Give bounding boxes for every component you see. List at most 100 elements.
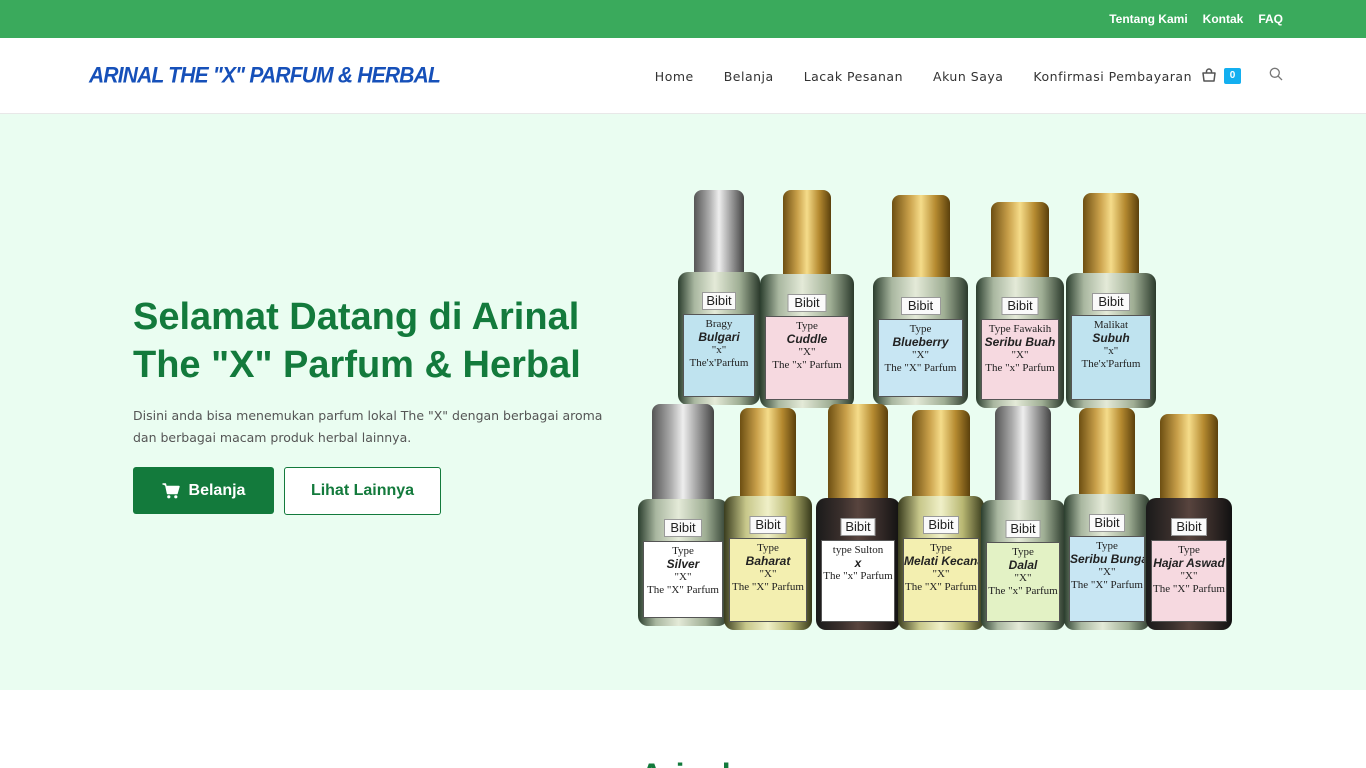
bottle-glass: Bibit Type Blueberry "X" The "X" Parfum [873,277,968,405]
bottle-label-line: Baharat [745,554,791,568]
bottle-glass: Bibit Type Seribu Bunga "X" The "X" Parfum [1064,494,1150,630]
shopping-bag-icon [1202,68,1216,82]
hero-title-line-2: The "X" Parfum & Herbal [133,344,581,386]
lihat-lainnya-button[interactable]: Lihat Lainnya [284,467,441,515]
bottle-cap [828,404,888,504]
next-section-heading-peek: Arinal [640,757,750,768]
bottle-type-label: Malikat Subuh "x" The'x'Parfum [1071,315,1151,400]
bottle-label-line: Subuh [1092,331,1130,345]
bottle-label-line: "X" [1011,349,1029,361]
cart-icon [162,482,180,498]
bottle-brand-label: Bibit [787,294,827,312]
lihat-lainnya-button-label: Lihat Lainnya [310,482,415,499]
bottle-brand-label: Bibit [1089,514,1125,532]
bottle-cap [991,202,1049,282]
bottle-type-label: type Sulton x The "x" Parfum [821,540,895,622]
bottle-label-line: Bulgari [698,330,740,344]
bottle-type-label: Type Cuddle "X" The "x" Parfum [765,316,849,400]
bottle-label-line: The'x'Parfum [1081,358,1141,370]
bottle-label-line: The "x" Parfum [985,362,1055,374]
bottle-cap [1079,408,1135,500]
bottle-label-line: The "X" Parfum [884,362,957,374]
bottle-type-label: Type Silver "X" The "X" Parfum [643,541,723,618]
bottle-label-line: The "x" Parfum [772,359,842,371]
hero-description-line-2: dan berbagai macam produk herbal lainnya… [133,430,412,445]
top-bar-links: Tentang Kami Kontak FAQ [1109,0,1283,38]
bottle-label-line: Dalal [1008,558,1038,572]
belanja-button[interactable]: Belanja [133,467,274,514]
bottle-label-line: The "X" Parfum [1153,583,1225,595]
bottle-type-label: Type Fawakih Seribu Buah "X" The "x" Parfum [981,319,1059,400]
link-faq[interactable]: FAQ [1258,12,1283,26]
bottle-label-line: "X" [759,568,777,580]
bottle-brand-label: Bibit [1092,293,1130,311]
search-icon [1269,67,1283,81]
bottle-brand-label: Bibit [900,297,941,315]
bottle-label-line: The "X" Parfum [1071,579,1143,591]
bottle-label-line: "X" [932,568,950,580]
bottle-cap [995,406,1051,506]
bottle-label-line: The "X" Parfum [905,581,977,593]
bottle-label-line: "X" [798,346,816,358]
bottle-cap [783,190,831,280]
bottle-label-line: Cuddle [786,332,828,346]
nav-belanja[interactable]: Belanja [724,69,774,84]
bottle-type-label: Bragy Bulgari "x" The'x'Parfum [683,314,755,397]
bottle-glass: Bibit Bragy Bulgari "x" The'x'Parfum [678,272,760,405]
cart-count-badge: 0 [1224,68,1241,84]
perfume-bottle: Bibit Type Seribu Bunga "X" The "X" Parfum [1064,408,1150,630]
bottle-glass: Bibit Type Silver "X" The "X" Parfum [638,499,728,626]
bottle-type-label: Type Dalal "X" The "x" Parfum [986,542,1060,622]
bottle-label-line: "X" [912,349,929,361]
bottle-label-line: "X" [1014,572,1032,584]
bottle-label-line: Hajar Aswad [1153,556,1225,570]
bottle-glass: Bibit type Sulton x The "x" Parfum [816,498,900,630]
bottle-label-line: "X" [1098,566,1116,578]
link-kontak[interactable]: Kontak [1203,12,1244,26]
bottle-label-line: "x" [711,344,727,356]
belanja-button-label: Belanja [188,481,246,499]
nav-lacak-pesanan[interactable]: Lacak Pesanan [804,69,903,84]
bottle-brand-label: Bibit [1171,518,1207,536]
hero-description: Disini anda bisa menemukan parfum lokal … [133,405,613,449]
bottle-brand-label: Bibit [840,518,876,536]
perfume-bottle: Bibit Type Baharat "X" The "X" Parfum [724,408,812,630]
bottle-label-line: The'x'Parfum [689,357,749,369]
perfume-bottle: Bibit type Sulton x The "x" Parfum [816,404,900,630]
site-logo[interactable]: ARINAL THE "X" PARFUM & HERBAL [89,63,441,88]
link-tentang-kami[interactable]: Tentang Kami [1109,12,1187,26]
bottle-cap [1083,193,1139,277]
hero-title-line-1: Selamat Datang di Arinal [133,296,580,338]
nav-akun-saya[interactable]: Akun Saya [933,69,1003,84]
bottle-label-line: x [854,556,862,570]
perfume-bottle: Bibit Type Silver "X" The "X" Parfum [638,404,728,626]
bottle-cap [652,404,714,506]
bottle-cap [912,410,970,502]
perfume-bottle: Bibit Type Melati Kecana "X" The "X" Parfum [898,410,984,630]
nav-home[interactable]: Home [655,69,694,84]
nav-konfirmasi-pembayaran[interactable]: Konfirmasi Pembayaran [1033,69,1192,84]
bottle-label-line: The "x" Parfum [823,570,893,582]
perfume-bottle: Bibit Bragy Bulgari "x" The'x'Parfum [678,190,760,405]
bottle-brand-label: Bibit [702,292,736,310]
bottle-type-label: Type Seribu Bunga "X" The "X" Parfum [1069,536,1145,622]
perfume-bottle: Bibit Type Hajar Aswad "X" The "X" Parfum [1146,414,1232,630]
search-button[interactable] [1269,67,1285,83]
perfume-bottles-image: Bibit Bragy Bulgari "x" The'x'Parfum Bibit Typ… [636,190,1232,636]
bottle-label-line: Blueberry [892,335,949,349]
bottle-type-label: Type Melati Kecana "X" The "X" Parfum [903,538,979,622]
perfume-bottle: Bibit Type Dalal "X" The "x" Parfum [981,406,1065,630]
bottle-type-label: Type Blueberry "X" The "X" Parfum [878,319,963,397]
top-bar: Tentang Kami Kontak FAQ [0,0,1366,38]
bottle-label-line: Melati Kecana [904,554,979,568]
cart-button[interactable]: 0 [1201,66,1241,86]
hero-title: Selamat Datang di Arinal The "X" Parfum … [133,293,653,389]
bottle-label-line: The "x" Parfum [988,585,1058,597]
perfume-bottle: Bibit Type Fawakih Seribu Buah "X" The "x" P… [976,202,1064,408]
bottle-cap [694,190,744,278]
bottle-glass: Bibit Type Melati Kecana "X" The "X" Parfum [898,496,984,630]
bottle-brand-label: Bibit [664,519,702,537]
bottle-label-line: Seribu Buah [984,335,1056,349]
bottle-cap [740,408,796,502]
bottle-cap [891,195,950,283]
